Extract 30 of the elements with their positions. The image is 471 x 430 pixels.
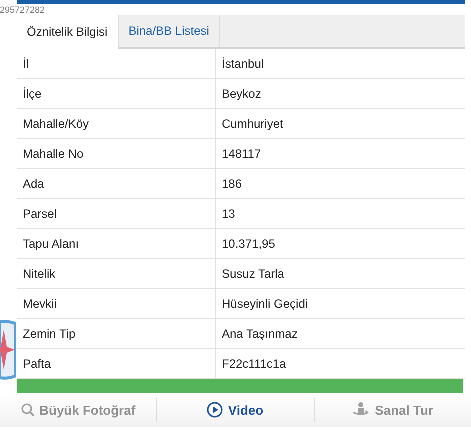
field-value: 186 xyxy=(221,176,244,192)
field-value: Cumhuriyet xyxy=(221,116,284,132)
field-label: Tapu Alanı xyxy=(17,229,216,258)
field-value: 10.371,95 xyxy=(221,236,276,252)
field-value: 148117 xyxy=(221,146,262,162)
field-label: Nitelik xyxy=(17,259,216,288)
field-value: İstanbul xyxy=(221,56,266,72)
field-label: İl xyxy=(17,49,216,78)
field-value: Beykoz xyxy=(221,86,262,102)
field-value: 13 xyxy=(221,206,236,222)
field-value: Ana Taşınmaz xyxy=(221,326,299,342)
tab[interactable]: Bina/BB Listesi xyxy=(118,15,220,47)
field-label: Pafta xyxy=(17,349,216,378)
field-label: Zemin Tip xyxy=(17,319,216,348)
compass-logo-icon xyxy=(0,320,16,380)
play-icon xyxy=(207,402,224,418)
code-text: 295727282 xyxy=(0,4,46,14)
tab[interactable]: Öznitelik Bilgisi xyxy=(17,15,119,49)
action-button[interactable]: Video xyxy=(157,398,314,422)
field-label: Mevkii xyxy=(17,289,216,318)
field-value: Hüseyinli Geçidi xyxy=(221,296,310,312)
field-label: Mahalle/Köy xyxy=(17,109,216,138)
field-value: F22c111c1a xyxy=(221,356,288,372)
field-label: İlçe xyxy=(17,79,216,108)
search-icon xyxy=(20,403,35,417)
field-label: Mahalle No xyxy=(17,139,216,168)
field-value: Susuz Tarla xyxy=(221,266,286,282)
rotate-person-icon xyxy=(352,402,370,418)
field-label: Parsel xyxy=(17,199,216,228)
field-label: Ada xyxy=(17,169,216,198)
